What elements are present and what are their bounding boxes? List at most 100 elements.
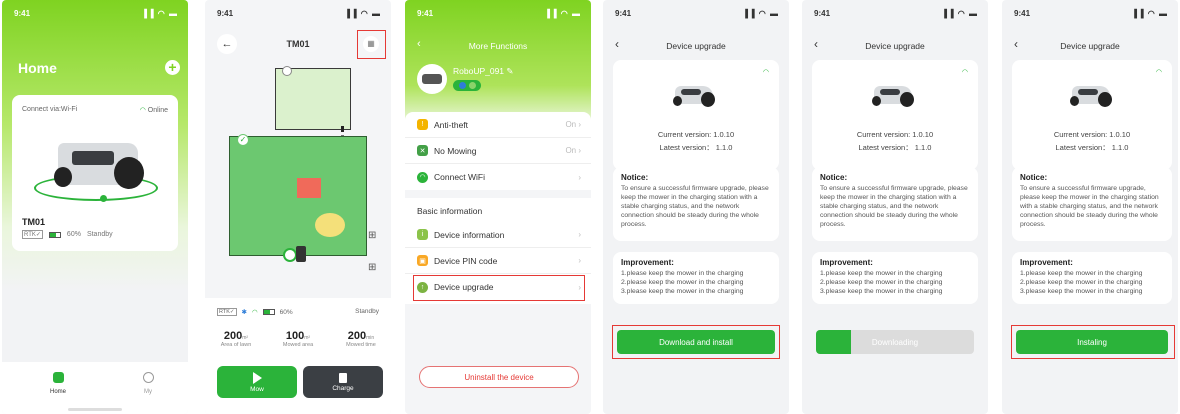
tab-bar: Home My [2,362,188,414]
rtk-badge: RTK✓ [22,230,43,239]
mower-image [671,80,721,110]
menu-value-text: On [565,146,577,155]
charging-station-icon [296,246,306,262]
notice-card: Notice: To ensure a successful firmware u… [1012,167,1172,241]
notice-text: To ensure a successful firmware upgrade,… [621,185,769,228]
page-title: More Functions [468,41,528,51]
device-avatar [417,64,447,94]
menu-no-mowing[interactable]: ✕ No Mowing On › [405,138,591,164]
status-icons: ▐▐ ◠ ▬ [742,9,779,18]
notice-title: Notice: [1020,173,1048,182]
status-icons: ▐▐ ◠ ▬ [344,9,381,18]
menu-anti-theft[interactable]: ! Anti-theft On › [405,112,591,138]
map-screen: 9:41 ▐▐ ◠ ▬ ← TM01 ▦ ✓ ⊞ ⊞ RTK✓ ✱ ◠ 60% … [205,0,391,414]
notice-title: Notice: [820,173,848,182]
charge-label: Charge [332,384,354,392]
tab-home-label: Home [49,389,66,395]
chevron-right-icon: › [578,256,581,265]
latest-version: Latest version： 1.1.0 [858,143,932,152]
page-title: Device upgrade [865,41,925,51]
map-obstacle [297,178,321,198]
home-icon [52,372,64,383]
menu-label: Device PIN code [434,255,498,266]
current-version: Current version: 1.0.10 [1053,130,1131,139]
map-zone-top[interactable] [275,68,351,130]
status-bar: 9:41 ▐▐ ◠ ▬ [205,0,391,22]
highlight-installing [1011,325,1175,359]
page-title: Device upgrade [666,41,726,51]
map-toggle-icon[interactable]: ⊞ [368,230,376,241]
map-layers-icon[interactable]: ⊞ [368,262,376,273]
uninstall-button[interactable]: Uninstall the device [419,366,579,388]
page-title: Home [18,60,57,76]
improvement-item: 1.please keep the mower in the charging [1020,270,1143,277]
edit-icon[interactable]: ✎ [506,66,513,76]
more-functions-screen: 9:41 ▐▐ ◠ ▬ ‹ More Functions RoboUP_091 … [405,0,591,414]
stat-label: Mowed area [282,342,314,348]
stat-value: 200 [223,330,243,342]
status-icons: ▐▐ ◠ ▬ [141,9,178,18]
add-device-icon[interactable]: + [165,60,180,75]
wifi-icon: ◠ [961,69,968,76]
device-card[interactable]: Connect via:Wi-Fi ◠ Online TM01 RTK✓ 60%… [12,95,178,251]
home-indicator [68,408,122,411]
menu-device-information[interactable]: i Device information › [405,222,591,248]
download-progress-fill [816,330,851,354]
control-panel: RTK✓ ✱ ◠ 60% Standby 200m² Area of lawn … [205,298,391,414]
highlight-more [357,30,386,59]
upgrade-screen-installing: 9:41 ▐▐ ◠ ▬ ‹ Device upgrade ◠ Current v… [1002,0,1178,414]
menu-device-pin[interactable]: ▣ Device PIN code › [405,248,591,274]
device-name[interactable]: RoboUP_091 ✎ [453,66,514,77]
page-title: Device upgrade [1060,41,1120,51]
highlight-upgrade [413,275,585,301]
menu-value: On › [565,146,581,155]
chevron-right-icon: › [578,172,581,182]
current-version: Current version: 1.0.10 [856,130,934,139]
menu-label: No Mowing [434,145,477,156]
improvement-item: 2.please keep the mower in the charging [820,279,943,286]
wifi-icon: ◠ [251,309,258,316]
rtk-badge: RTK✓ [217,308,237,316]
tab-home[interactable]: Home [42,372,74,395]
upgrade-screen-downloading: 9:41 ▐▐ ◠ ▬ ‹ Device upgrade ◠ Current v… [802,0,988,414]
improvement-item: 1.please keep the mower in the charging [820,270,943,277]
no-mowing-icon: ✕ [417,145,428,156]
tab-my[interactable]: My [132,372,164,395]
improvement-card: Improvement: 1.please keep the mower in … [613,252,779,304]
menu-value-text: On [565,120,577,129]
status-bar: 9:41 ▐▐ ◠ ▬ [405,0,591,22]
mower-image [870,80,920,110]
downloading-label: Downloading [871,337,919,347]
improvement-item: 1.please keep the mower in the charging [621,270,744,277]
charge-button[interactable]: Charge [303,366,383,398]
mower-position-icon [283,248,297,262]
battery-label: 60% [66,231,81,238]
online-status: ◠ Online [140,106,168,114]
battery-label: 60% [279,308,293,316]
stat-unit: m² [242,335,249,341]
download-progress-bar: Downloading [816,330,974,354]
latest-version: Latest version： 1.1.0 [1055,143,1129,152]
improvement-item: 3.please keep the mower in the charging [820,288,943,295]
status-bar: 9:41 ▐▐ ◠ ▬ [2,0,188,22]
status-bar: 9:41 ▐▐ ◠ ▬ [802,0,988,22]
state-label: Standby [86,231,113,238]
battery-icon [262,309,275,315]
wifi-icon: ◠ [762,69,769,76]
mower-image [1068,80,1118,110]
mow-button[interactable]: Mow [217,366,297,398]
bluetooth-icon [458,82,466,89]
menu-value: On › [565,120,581,129]
menu-label: Device information [434,229,505,240]
notice-text: To ensure a successful firmware upgrade,… [820,185,968,228]
stat-mowed-time: 200min Mowed time [335,330,387,348]
menu-connect-wifi[interactable]: ◠ Connect WiFi › [405,164,591,190]
status-time: 9:41 [814,9,831,18]
stat-mowed-area: 100m² Mowed area [273,330,323,348]
stat-label: Area of lawn [220,342,252,348]
version-card: ◠ Current version: 1.0.10 Latest version… [1012,60,1172,170]
stat-unit: m² [304,335,311,341]
top-menu: ! Anti-theft On › ✕ No Mowing On › ◠ Con… [405,112,591,190]
device-status-line: RTK✓ 60% Standby [22,230,113,239]
orbit-dot [100,195,107,202]
